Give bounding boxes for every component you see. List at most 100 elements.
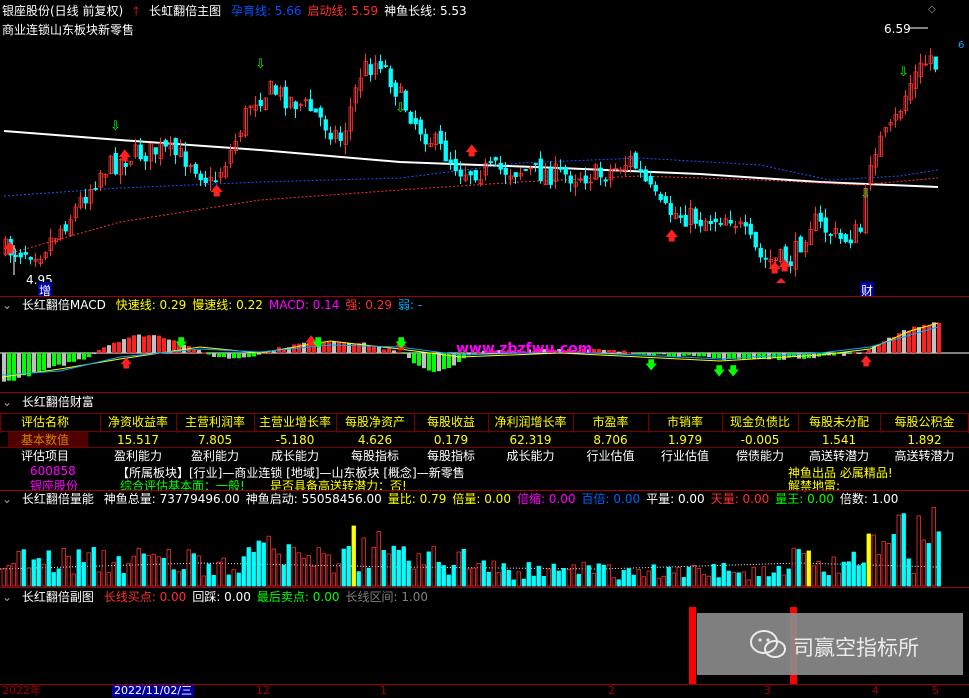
volume-bar <box>911 572 916 587</box>
candle-body <box>438 130 443 144</box>
candle-body <box>448 159 453 164</box>
up-arrow-icon: 🡅 <box>210 184 223 199</box>
table-grid-line <box>0 431 969 432</box>
candle-body <box>798 236 803 253</box>
finance-name[interactable]: 长红翻倍财富 <box>22 395 94 409</box>
date-axis[interactable]: 2022年 2022/11/02/三 12 1 2 3 4 5 <box>0 684 969 698</box>
table-cell: 15.517 <box>117 433 159 447</box>
volume-panel[interactable]: ⌄ 长红翻倍量能 神鱼总量: 73779496.00 神鱼启动: 55058456… <box>0 491 969 587</box>
volume-chart[interactable] <box>0 491 969 587</box>
volume-bar <box>771 572 776 587</box>
candle-body <box>198 173 203 181</box>
volume-bar <box>761 566 766 587</box>
table-cell: 1.541 <box>821 433 857 447</box>
collapse-icon[interactable]: ⌄ <box>2 395 12 409</box>
stock-code: 600858 <box>30 464 76 478</box>
volume-bar <box>486 571 491 587</box>
volume-bar <box>106 572 111 587</box>
volume-bar <box>46 550 51 587</box>
macd-bar <box>107 345 111 353</box>
macd-bar <box>92 353 96 354</box>
macd-bar <box>412 353 416 364</box>
volume-bar <box>931 507 936 587</box>
macd-bar <box>437 353 441 372</box>
candle-body <box>153 147 158 155</box>
macd-bar <box>597 349 601 353</box>
volume-bar <box>166 549 171 587</box>
macd-bar <box>77 353 81 360</box>
table-cell: 行业估值 <box>660 449 709 463</box>
volume-bar <box>631 574 636 587</box>
candle-body <box>83 196 88 204</box>
volume-bar <box>231 569 236 587</box>
table-row-label: 评估名称 <box>20 415 69 429</box>
volume-bar <box>456 551 461 587</box>
candle-body <box>693 208 698 224</box>
volume-bar <box>111 562 116 587</box>
volume-bar <box>406 560 411 587</box>
table-cell: 8.706 <box>593 433 628 447</box>
candle-body <box>818 212 823 222</box>
table-cell: 每股未分配 <box>808 415 869 429</box>
date-label: 2 <box>608 684 615 697</box>
volume-bar <box>541 575 546 587</box>
macd-bar <box>52 353 56 367</box>
start-line <box>3 175 939 256</box>
candle-body <box>718 223 723 225</box>
candle-body <box>583 175 588 184</box>
candle-body <box>843 234 848 242</box>
table-cell: 7.805 <box>197 433 233 447</box>
volume-bar <box>356 571 361 587</box>
main-chart-panel[interactable]: 银座股份(日线 前复权) 🡑 长虹翻倍主图 孕育线: 5.66 启动线: 5.59… <box>0 0 969 296</box>
volume-bar <box>646 570 651 587</box>
volume-bar <box>86 552 91 587</box>
volume-bar <box>251 551 256 587</box>
volume-bar <box>556 570 561 587</box>
expand-icon[interactable]: ◇ <box>928 4 936 15</box>
volume-bar <box>856 565 861 587</box>
volume-bar <box>691 565 696 587</box>
volume-bar <box>906 558 911 587</box>
volume-bar <box>36 558 41 587</box>
macd-bar <box>122 339 126 353</box>
candle-body <box>683 214 688 227</box>
volume-bar <box>841 561 846 587</box>
volume-bar <box>726 570 731 587</box>
macd-bar <box>57 353 61 365</box>
volume-bar <box>66 555 71 587</box>
macd-bar <box>647 353 651 355</box>
volume-bar <box>806 550 811 587</box>
scale-label: 6 <box>958 40 965 51</box>
volume-bar <box>56 568 61 587</box>
volume-bar <box>846 561 851 587</box>
macd-bar <box>867 349 871 353</box>
table-cell: 0.179 <box>433 433 469 447</box>
date-label: 2022/11/02/三 <box>112 684 195 697</box>
volume-bar <box>176 571 181 587</box>
volume-bar <box>651 564 656 587</box>
table-cell: 高送转潜力 <box>808 449 869 463</box>
collapse-icon[interactable]: ⌄ <box>2 590 12 604</box>
mark-zeng: 增 <box>38 282 53 296</box>
volume-bar <box>286 544 291 587</box>
candle-body <box>933 56 938 70</box>
volume-bar <box>546 568 551 587</box>
table-cell: 1.979 <box>667 433 703 447</box>
volume-bar <box>836 572 841 587</box>
row-label-highlight <box>8 432 88 447</box>
macd-bar <box>142 336 146 353</box>
macd-bar <box>237 353 241 359</box>
table-cell: 成长能力 <box>506 449 555 463</box>
volume-bar <box>561 568 566 587</box>
volume-bar <box>301 557 306 587</box>
volume-bar <box>471 567 476 587</box>
volume-bar <box>381 550 386 587</box>
volume-bar <box>431 546 436 587</box>
candle-body <box>728 219 733 224</box>
volume-bar <box>781 574 786 587</box>
candle-body <box>113 153 118 175</box>
sub-name[interactable]: 长红翻倍副图 <box>22 590 94 604</box>
macd-panel[interactable]: ⌄ 长红翻倍MACD 快速线: 0.29 慢速线: 0.22 MACD: 0.14 强… <box>0 297 969 392</box>
volume-bar <box>26 567 31 587</box>
candlestick-chart[interactable]: ⇩⇩⇩⇩⇩🡅🡅🡅🡅🡅🡅🡅 <box>0 0 969 296</box>
